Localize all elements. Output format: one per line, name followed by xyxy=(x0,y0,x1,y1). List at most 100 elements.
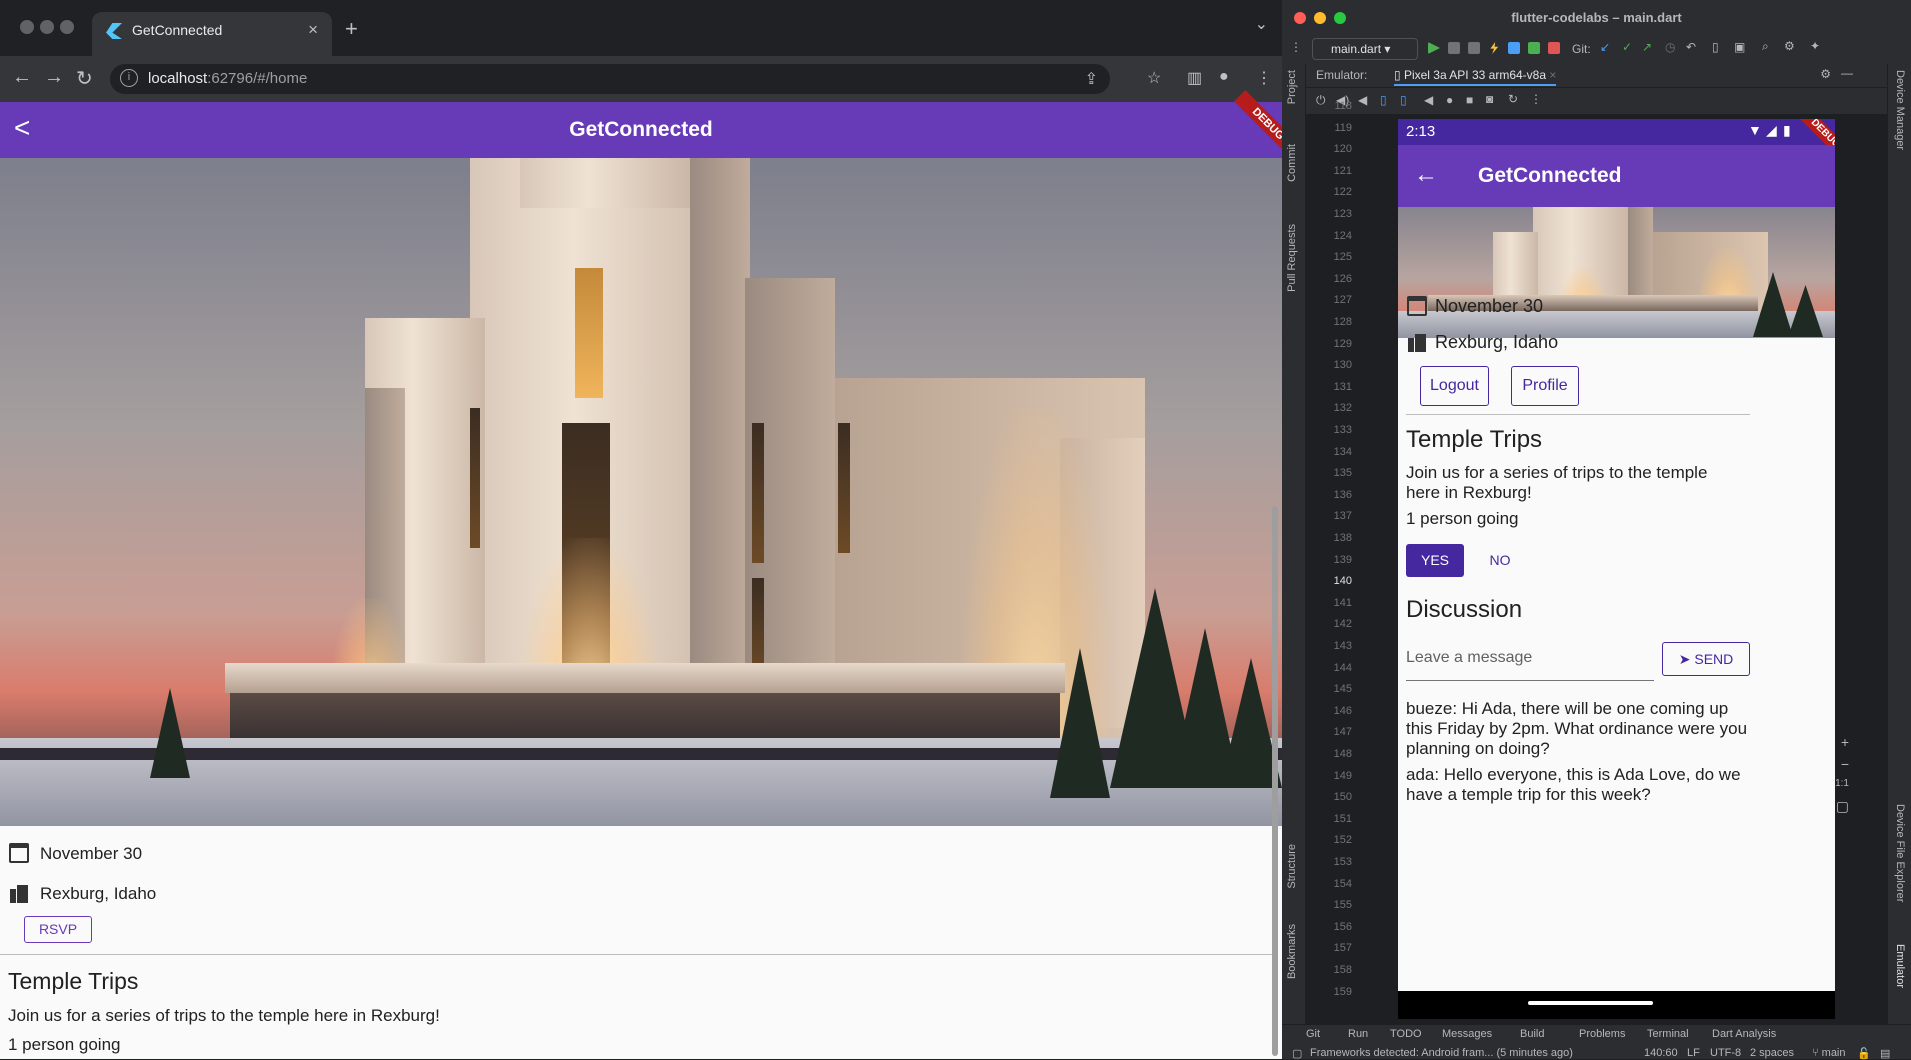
bottom-tool-tab[interactable]: Problems xyxy=(1579,1028,1625,1040)
page-scrollbar[interactable] xyxy=(1272,506,1278,1056)
sdk-manager-icon[interactable]: ▣ xyxy=(1734,40,1745,54)
zoom-in-icon[interactable]: + xyxy=(1841,734,1849,750)
assistant-icon[interactable]: ✦ xyxy=(1810,39,1820,53)
git-branch[interactable]: ⑂ main xyxy=(1812,1047,1846,1059)
layout-icon[interactable]: ▢ xyxy=(1292,1047,1302,1060)
profile-run-icon[interactable] xyxy=(1528,42,1540,54)
bottom-tool-tab[interactable]: Build xyxy=(1520,1028,1544,1040)
home-gesture-bar[interactable] xyxy=(1528,1001,1653,1005)
debug-icon[interactable] xyxy=(1448,42,1460,54)
run-icon[interactable] xyxy=(1428,42,1440,54)
address-bar[interactable]: i localhost:62796/#/home ⇪ xyxy=(110,64,1110,94)
logout-button[interactable]: Logout xyxy=(1420,366,1489,406)
volume-down-icon[interactable]: ◀ xyxy=(1358,93,1367,107)
temple-hero-image xyxy=(0,158,1282,826)
stop-icon[interactable] xyxy=(1548,42,1560,54)
lock-icon[interactable]: 🔓 xyxy=(1857,1047,1871,1060)
reload-icon[interactable]: ↻ xyxy=(76,66,93,91)
close-window-button[interactable] xyxy=(20,20,34,34)
new-tab-button[interactable]: + xyxy=(345,16,358,42)
emulator-tool-tab[interactable]: Emulator xyxy=(1894,944,1906,988)
back-arrow-icon[interactable]: ← xyxy=(12,66,32,89)
line-number: 148 xyxy=(1333,748,1352,760)
camera-icon[interactable]: ◙ xyxy=(1486,92,1493,106)
bottom-tool-tab[interactable]: Run xyxy=(1348,1028,1368,1040)
profile-icon[interactable]: ● xyxy=(1219,68,1229,86)
attach-icon[interactable] xyxy=(1468,42,1480,54)
emulator-phone-screen[interactable]: 2:13 ▼ ◢ ▮ DEBUG ← GetConnected November… xyxy=(1398,119,1835,1019)
run-config-select[interactable]: main.dart ▾ xyxy=(1312,38,1418,60)
rsvp-button[interactable]: RSVP xyxy=(24,916,92,943)
maximize-window-button[interactable] xyxy=(60,20,74,34)
close-window-button[interactable] xyxy=(1294,12,1306,24)
snapshot-icon[interactable]: ↻ xyxy=(1508,92,1518,106)
structure-tool-tab[interactable]: Structure xyxy=(1286,844,1298,889)
rotate-right-icon[interactable]: ▯ xyxy=(1400,93,1407,107)
share-icon[interactable]: ⇪ xyxy=(1085,69,1098,89)
kebab-menu-icon[interactable]: ⋮ xyxy=(1530,92,1542,106)
info-icon[interactable]: i xyxy=(120,69,138,87)
yes-button[interactable]: YES xyxy=(1406,544,1464,577)
hot-restart-icon[interactable] xyxy=(1508,42,1520,54)
commit-tool-tab[interactable]: Commit xyxy=(1286,144,1298,182)
line-number: 152 xyxy=(1333,834,1352,847)
web-app-title: GetConnected xyxy=(569,118,713,141)
minimize-window-button[interactable] xyxy=(40,20,54,34)
kebab-menu-icon[interactable]: ⋮ xyxy=(1290,40,1302,54)
bottom-tool-tab[interactable]: Terminal xyxy=(1647,1028,1689,1040)
browser-tab[interactable]: GetConnected × xyxy=(92,12,332,56)
project-tool-tab[interactable]: Project xyxy=(1286,70,1298,104)
git-push-icon[interactable]: ↗ xyxy=(1642,40,1652,54)
bottom-tool-tab[interactable]: Dart Analysis xyxy=(1712,1028,1776,1040)
gear-icon[interactable]: ⚙ xyxy=(1820,67,1831,81)
hot-reload-icon[interactable] xyxy=(1490,42,1499,54)
side-panel-icon[interactable]: ▥ xyxy=(1187,68,1202,88)
bookmarks-tool-tab[interactable]: Bookmarks xyxy=(1286,924,1298,979)
back-icon[interactable]: ◀ xyxy=(1424,93,1433,107)
pull-requests-tool-tab[interactable]: Pull Requests xyxy=(1286,224,1298,292)
indent-setting[interactable]: 2 spaces xyxy=(1750,1047,1794,1059)
zoom-out-icon[interactable]: − xyxy=(1841,756,1849,772)
tab-close-icon[interactable]: × xyxy=(308,20,318,40)
chevron-down-icon[interactable]: ⌄ xyxy=(1255,14,1268,34)
home-icon[interactable]: ● xyxy=(1446,93,1453,107)
bookmark-star-icon[interactable]: ☆ xyxy=(1147,68,1161,88)
device-manager-tab[interactable]: Device Manager xyxy=(1894,70,1906,150)
device-manager-icon[interactable]: ▯ xyxy=(1712,40,1719,54)
file-encoding[interactable]: UTF-8 xyxy=(1710,1047,1741,1059)
search-icon[interactable]: ⌕ xyxy=(1762,39,1769,54)
line-separator[interactable]: LF xyxy=(1687,1047,1700,1059)
minimize-panel-icon[interactable]: — xyxy=(1841,66,1853,80)
device-tab[interactable]: ▯ Pixel 3a API 33 arm64-v8a × xyxy=(1394,68,1557,86)
back-arrow-icon[interactable]: ← xyxy=(1414,161,1438,189)
git-commit-icon[interactable]: ✓ xyxy=(1622,40,1632,54)
line-number: 141 xyxy=(1333,596,1352,609)
device-file-explorer-tab[interactable]: Device File Explorer xyxy=(1894,804,1906,902)
no-button[interactable]: NO xyxy=(1480,544,1520,577)
bottom-tool-tab[interactable]: Git xyxy=(1306,1028,1320,1040)
send-button[interactable]: ➤ SEND xyxy=(1662,642,1750,676)
forward-arrow-icon[interactable]: → xyxy=(44,66,64,89)
line-number: 134 xyxy=(1333,445,1352,458)
studio-title: flutter-codelabs – main.dart xyxy=(1511,10,1682,25)
gear-icon[interactable]: ⚙ xyxy=(1784,39,1795,53)
notifications-icon[interactable]: ▤ xyxy=(1880,1047,1890,1060)
history-icon[interactable]: ◷ xyxy=(1665,40,1675,54)
minimize-window-button[interactable] xyxy=(1314,12,1326,24)
bottom-tool-tab[interactable]: TODO xyxy=(1390,1028,1422,1040)
cursor-position[interactable]: 140:60 xyxy=(1644,1047,1678,1059)
profile-button[interactable]: Profile xyxy=(1511,366,1579,406)
rollback-icon[interactable]: ↶ xyxy=(1686,40,1696,54)
browser-tab-strip: GetConnected × + ⌄ xyxy=(0,0,1282,56)
bottom-tool-tab[interactable]: Messages xyxy=(1442,1028,1492,1040)
kebab-menu-icon[interactable]: ⋮ xyxy=(1256,68,1272,88)
overview-icon[interactable]: ■ xyxy=(1466,93,1473,107)
power-icon[interactable]: ⏻ xyxy=(1316,93,1326,108)
maximize-window-button[interactable] xyxy=(1334,12,1346,24)
zoom-ratio[interactable]: 1:1 xyxy=(1835,778,1849,789)
zoom-fit-icon[interactable]: ▢ xyxy=(1836,798,1849,815)
line-number: 144 xyxy=(1333,661,1352,674)
message-input[interactable]: Leave a message xyxy=(1406,643,1654,681)
git-update-icon[interactable]: ↙ xyxy=(1600,40,1610,54)
rotate-left-icon[interactable]: ▯ xyxy=(1380,93,1387,107)
